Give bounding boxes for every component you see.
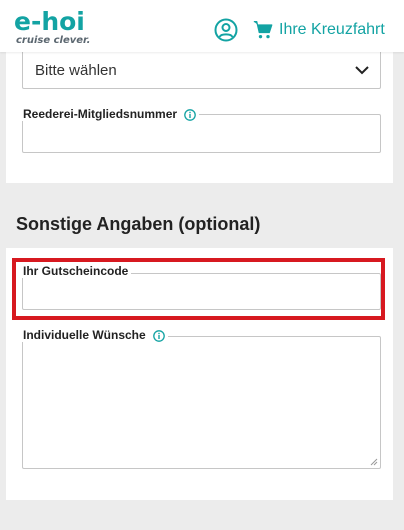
shopping-cart-icon: [253, 21, 273, 39]
select-value: Bitte wählen: [35, 62, 117, 79]
individual-wishes-label: Individuelle Wünsche: [20, 328, 169, 342]
individual-wishes-textarea[interactable]: [22, 336, 381, 469]
individual-wishes-label-text: Individuelle Wünsche: [23, 328, 146, 342]
voucher-code-input[interactable]: [22, 273, 381, 310]
info-icon[interactable]: [153, 329, 165, 342]
voucher-code-label: Ihr Gutscheincode: [20, 264, 132, 278]
reederei-membership-label-text: Reederei-Mitgliedsnummer: [23, 107, 178, 121]
cart-label[interactable]: Ihre Kreuzfahrt: [279, 21, 385, 39]
chevron-down-icon: [355, 66, 369, 75]
logo-wordmark: e-hoi: [14, 7, 85, 36]
logo-tagline: cruise clever.: [16, 35, 91, 46]
account-circle-icon[interactable]: [214, 18, 238, 42]
reederei-membership-label: Reederei-Mitgliedsnummer: [20, 107, 200, 121]
section-title-sonstige: Sonstige Angaben (optional): [16, 214, 261, 234]
e-hoi-logo[interactable]: e-hoi cruise clever.: [14, 7, 91, 46]
info-icon[interactable]: [184, 108, 197, 121]
top-header: e-hoi cruise clever. Ihre Kreuzfahrt: [0, 0, 404, 52]
resize-grip-icon[interactable]: [370, 458, 378, 466]
reederei-select[interactable]: Bitte wählen: [22, 50, 381, 89]
